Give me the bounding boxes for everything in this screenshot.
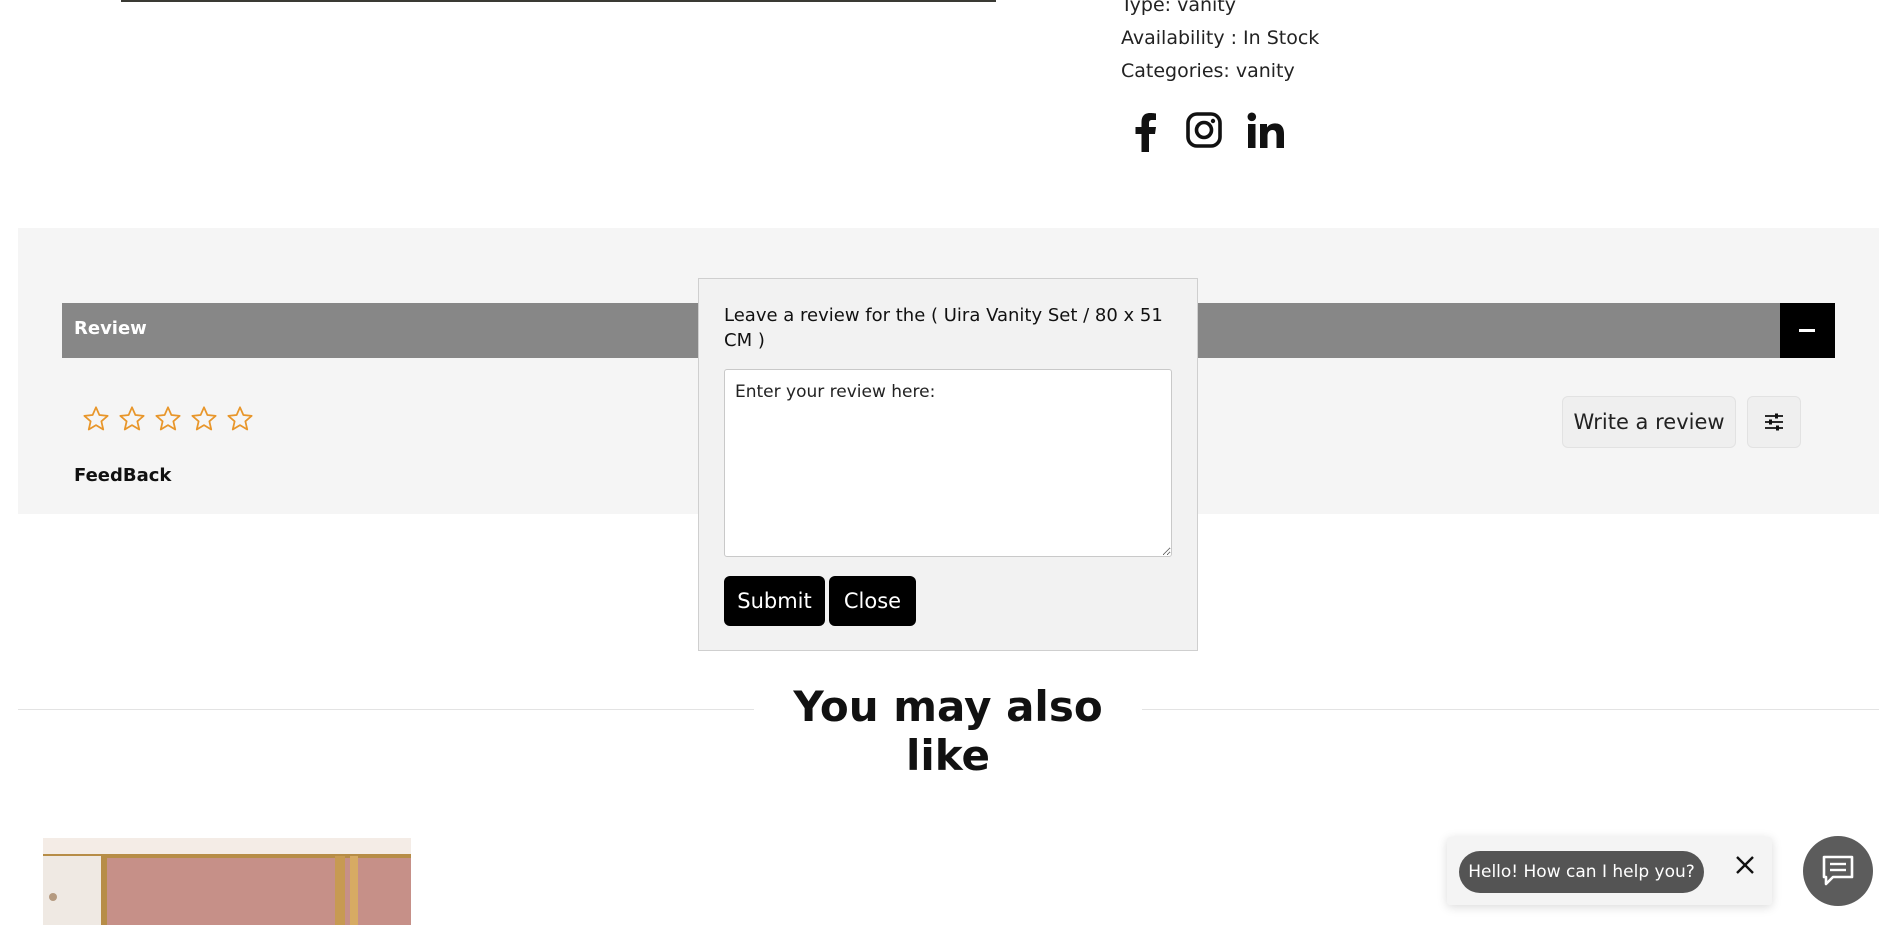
- sliders-icon: [1765, 413, 1783, 431]
- submit-button[interactable]: Submit: [724, 576, 825, 626]
- star-icon[interactable]: [226, 405, 254, 433]
- star-icon[interactable]: [118, 405, 146, 433]
- product-image-edge: [121, 0, 996, 2]
- recommendations-heading: You may also like: [754, 682, 1142, 780]
- linkedin-icon[interactable]: [1247, 112, 1285, 150]
- rating-stars[interactable]: [82, 405, 254, 433]
- star-icon[interactable]: [190, 405, 218, 433]
- minus-icon[interactable]: [1780, 303, 1835, 358]
- facebook-icon[interactable]: [1130, 112, 1162, 152]
- product-availability: Availability : In Stock: [1121, 27, 1320, 49]
- filter-button[interactable]: [1747, 396, 1801, 448]
- chat-icon: [1822, 855, 1854, 886]
- write-review-button[interactable]: Write a review: [1562, 396, 1736, 448]
- close-button[interactable]: Close: [829, 576, 916, 626]
- product-categories: Categories: vanity: [1121, 60, 1295, 82]
- modal-title: Leave a review for the ( Uira Vanity Set…: [724, 305, 1163, 351]
- feedback-label: FeedBack: [74, 465, 172, 486]
- instagram-icon[interactable]: [1186, 112, 1222, 148]
- close-icon[interactable]: [1733, 853, 1757, 877]
- product-type: Type: vanity: [1121, 0, 1236, 16]
- recommended-product-image[interactable]: [43, 838, 411, 925]
- review-textarea[interactable]: [724, 369, 1172, 557]
- star-icon[interactable]: [154, 405, 182, 433]
- chat-greeting-bubble[interactable]: Hello! How can I help you?: [1459, 851, 1704, 893]
- chat-launcher-button[interactable]: [1803, 836, 1873, 906]
- star-icon[interactable]: [82, 405, 110, 433]
- review-header-label: Review: [74, 318, 147, 339]
